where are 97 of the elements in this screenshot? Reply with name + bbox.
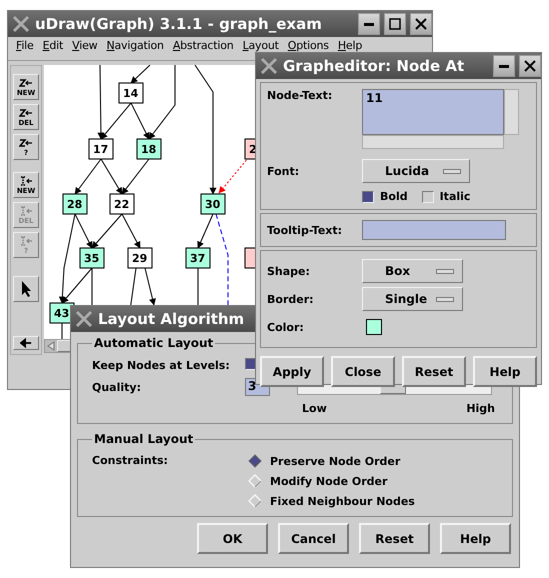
window-title: uDraw(Graph) 3.1.1 - graph_exam: [35, 15, 322, 33]
x-logo-icon: [74, 309, 94, 329]
edge-arrow: [197, 214, 214, 249]
group-title: Automatic Layout: [93, 336, 214, 350]
maximize-button[interactable]: [384, 13, 406, 35]
group-title: Manual Layout: [93, 432, 194, 446]
edge-arrow: [100, 158, 122, 195]
edge-arrow: [122, 158, 150, 195]
dropdown-indicator-icon: [443, 168, 461, 174]
bold-checkbox[interactable]: [362, 190, 374, 202]
node-label: 29: [132, 252, 148, 265]
dialog-button[interactable]: Apply: [260, 356, 324, 387]
field-label: Shape:: [267, 264, 311, 278]
graph-node[interactable]: [118, 82, 144, 104]
x-logo-icon: [259, 56, 279, 76]
maximize-icon: [388, 17, 402, 31]
dialog-button[interactable]: Reset: [402, 356, 466, 387]
node-arrow-icon: [19, 176, 33, 186]
field-label: Font:: [267, 164, 300, 178]
node-label: 22: [114, 198, 130, 211]
menu-item[interactable]: Abstraction: [172, 39, 234, 52]
field-label: Constraints:: [92, 454, 169, 467]
graph-node[interactable]: [128, 248, 152, 268]
close-icon: [414, 17, 428, 31]
menu-item[interactable]: File: [16, 39, 34, 52]
dialog-button[interactable]: Cancel: [278, 523, 349, 554]
close-icon: [523, 59, 537, 73]
graph-node[interactable]: [110, 194, 134, 214]
back-button[interactable]: [13, 336, 39, 350]
field-label: Quality:: [92, 380, 142, 394]
graph-node[interactable]: [80, 248, 104, 268]
node-label: 17: [93, 143, 108, 156]
node-label: 43: [54, 307, 70, 320]
color-swatch[interactable]: [366, 319, 382, 335]
dialog-button[interactable]: OK: [197, 523, 268, 554]
node-label: 35: [84, 252, 100, 265]
minimize-button[interactable]: [493, 55, 515, 77]
minimize-icon: [364, 22, 374, 26]
dialog-button[interactable]: Help: [440, 523, 511, 554]
pointer-tool-button[interactable]: [13, 276, 39, 302]
graph-node[interactable]: [62, 194, 88, 214]
checkbox-label: Italic: [440, 190, 470, 203]
dialog-button[interactable]: Close: [331, 356, 395, 387]
field-label: Border:: [267, 292, 315, 306]
radio-button[interactable]: [248, 454, 262, 468]
option-label: Preserve Node Order: [270, 454, 400, 468]
node-label: 28: [67, 198, 82, 211]
close-button[interactable]: [519, 55, 541, 77]
font-dropdown[interactable]: Lucida: [362, 159, 470, 183]
menu-item[interactable]: Navigation: [106, 39, 164, 52]
node-label: 30: [205, 198, 220, 211]
italic-checkbox[interactable]: [422, 190, 434, 202]
menu-item[interactable]: Edit: [42, 39, 64, 52]
graph-node[interactable]: [88, 138, 114, 160]
checkbox-label: Bold: [380, 190, 408, 203]
edge-arrow: [74, 158, 102, 195]
node-label: 14: [123, 87, 138, 100]
dialog-button[interactable]: Reset: [359, 523, 430, 554]
graph-node[interactable]: [136, 138, 162, 160]
border-dropdown[interactable]: Single: [362, 287, 463, 311]
node-arrow-icon: [19, 236, 33, 246]
scale-label: High: [466, 402, 495, 415]
dropdown-indicator-icon: [436, 268, 454, 274]
edge-arrow-icon: [19, 108, 33, 118]
menu-item[interactable]: View: [72, 39, 98, 52]
horizontal-scrollbar[interactable]: [362, 135, 504, 149]
close-button[interactable]: [410, 13, 432, 35]
graph-node[interactable]: [200, 194, 226, 214]
menu-item[interactable]: Layout: [242, 39, 279, 52]
edge-arrow: [144, 268, 156, 306]
node-text-field[interactable]: 11: [362, 89, 504, 135]
node-label: 18: [141, 143, 156, 156]
x-logo-icon: [11, 14, 31, 34]
menu-item[interactable]: Help: [338, 39, 362, 52]
scale-label: Low: [302, 402, 327, 415]
tooltip-text-field[interactable]: [362, 220, 506, 240]
vertical-scrollbar[interactable]: [504, 89, 519, 135]
minimize-button[interactable]: [358, 13, 380, 35]
edge-arrow-icon: [19, 78, 33, 88]
minimize-icon: [499, 64, 509, 68]
edge-arrow-icon: [19, 138, 33, 148]
option-label: Fixed Neighbour Nodes: [270, 494, 415, 508]
left-arrow-icon: [20, 337, 32, 349]
field-label: Node-Text:: [267, 89, 334, 102]
field-label: Tooltip-Text:: [267, 224, 344, 236]
pointer-icon: [19, 280, 33, 298]
window-title: Layout Algorithm: [98, 310, 244, 328]
shape-dropdown[interactable]: Box: [362, 259, 463, 283]
graph-node[interactable]: [186, 248, 210, 268]
dropdown-indicator-icon: [436, 296, 454, 302]
node-arrow-icon: [19, 206, 33, 216]
option-label: Modify Node Order: [270, 474, 388, 488]
node-label: 37: [190, 252, 206, 265]
field-label: Keep Nodes at Levels:: [92, 358, 231, 372]
dialog-button[interactable]: Help: [473, 356, 537, 387]
menu-item[interactable]: Options: [288, 39, 329, 52]
field-label: Color:: [267, 320, 305, 334]
